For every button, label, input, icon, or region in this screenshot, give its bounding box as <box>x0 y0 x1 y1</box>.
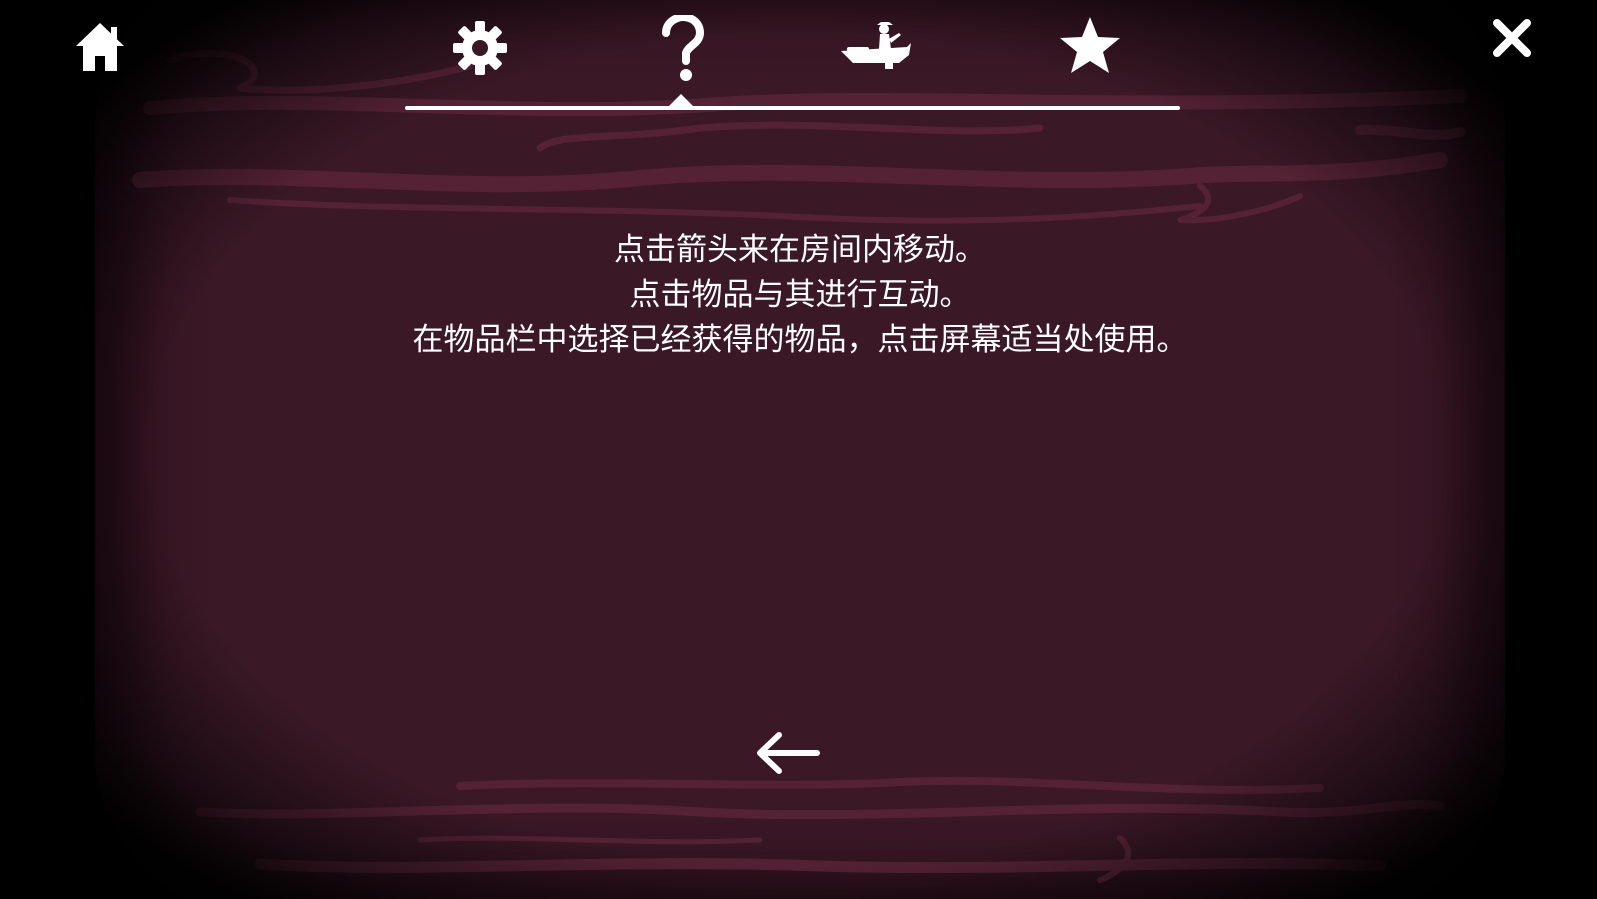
boat-tab[interactable] <box>838 20 914 72</box>
star-icon <box>1060 17 1120 73</box>
gear-icon <box>453 21 507 75</box>
help-line-move: 点击箭头来在房间内移动。 <box>614 232 986 268</box>
help-line-inventory: 在物品栏中选择已经获得的物品，点击屏幕适当处使用。 <box>412 322 1188 358</box>
help-instructions: 点击箭头来在房间内移动。 点击物品与其进行互动。 在物品栏中选择已经获得的物品，… <box>200 228 1400 363</box>
home-icon <box>76 23 124 71</box>
settings-tab[interactable] <box>450 18 510 78</box>
close-button[interactable] <box>1490 16 1534 60</box>
question-mark-icon <box>662 15 704 81</box>
help-line-interact: 点击物品与其进行互动。 <box>629 277 971 313</box>
game-screen: 点击箭头来在房间内移动。 点击物品与其进行互动。 在物品栏中选择已经获得的物品，… <box>0 0 1597 899</box>
close-icon <box>1493 19 1531 57</box>
back-button[interactable] <box>752 728 824 778</box>
help-tab[interactable] <box>652 14 712 84</box>
achievements-tab[interactable] <box>1058 14 1122 76</box>
boat-icon <box>841 22 911 69</box>
active-tab-indicator <box>668 94 694 107</box>
tab-underline <box>405 106 1180 110</box>
home-button[interactable] <box>70 18 130 76</box>
arrow-left-icon <box>757 732 820 774</box>
